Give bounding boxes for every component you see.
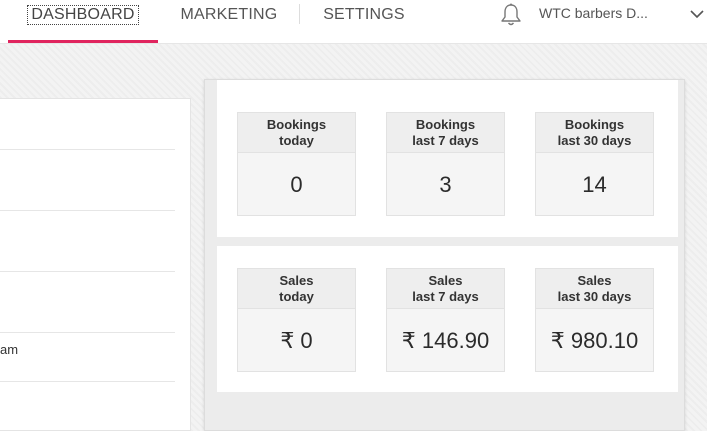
bell-icon[interactable] <box>498 2 524 28</box>
list-divider <box>0 332 175 333</box>
tab-dashboard-label: DASHBOARD <box>27 5 139 25</box>
card-title: Bookings today <box>266 116 327 148</box>
list-divider <box>0 271 175 272</box>
list-divider <box>0 381 175 382</box>
card-value: 0 <box>290 171 303 197</box>
card-title: Sales today <box>279 272 314 304</box>
bookings-today-card: Bookings today 0 <box>237 112 356 216</box>
bookings-30-days-card: Bookings last 30 days 14 <box>535 112 654 216</box>
tab-marketing[interactable]: MARKETING <box>170 0 288 43</box>
card-header: Bookings last 30 days <box>536 113 653 153</box>
list-divider <box>0 210 175 211</box>
card-header: Bookings last 7 days <box>387 113 504 153</box>
card-value: 14 <box>582 171 607 197</box>
card-header: Sales last 7 days <box>387 269 504 309</box>
bookings-7-days-card: Bookings last 7 days 3 <box>386 112 505 216</box>
card-value: ₹ 146.90 <box>401 327 490 353</box>
sales-section: Sales today ₹ 0 Sales last 7 days ₹ 146.… <box>217 246 678 392</box>
left-panel: am <box>0 98 191 431</box>
card-title: Sales last 30 days <box>557 272 632 304</box>
card-header: Sales last 30 days <box>536 269 653 309</box>
card-value: ₹ 0 <box>280 327 313 353</box>
card-title: Bookings last 30 days <box>557 116 632 148</box>
account-name[interactable]: WTC barbers D... <box>539 5 648 21</box>
nav-divider <box>299 4 300 24</box>
tab-settings-label: SETTINGS <box>323 6 405 23</box>
list-divider <box>0 149 175 150</box>
active-tab-indicator <box>8 40 158 43</box>
list-item-text: am <box>0 342 19 357</box>
card-title: Sales last 7 days <box>412 272 479 304</box>
card-value: ₹ 980.10 <box>550 327 639 353</box>
sales-today-card: Sales today ₹ 0 <box>237 268 356 372</box>
card-title: Bookings last 7 days <box>412 116 479 148</box>
card-header: Sales today <box>238 269 355 309</box>
card-header: Bookings today <box>238 113 355 153</box>
top-navigation: DASHBOARD MARKETING SETTINGS WTC barbers… <box>0 0 707 44</box>
tab-settings[interactable]: SETTINGS <box>312 0 416 43</box>
tab-dashboard[interactable]: DASHBOARD <box>8 0 158 43</box>
sales-7-days-card: Sales last 7 days ₹ 146.90 <box>386 268 505 372</box>
tab-marketing-label: MARKETING <box>180 6 278 23</box>
card-value: 3 <box>439 171 452 197</box>
bookings-section: Bookings today 0 Bookings last 7 days 3 … <box>217 80 678 237</box>
chevron-down-icon[interactable] <box>689 7 705 21</box>
sales-30-days-card: Sales last 30 days ₹ 980.10 <box>535 268 654 372</box>
stats-panel: Bookings today 0 Bookings last 7 days 3 … <box>204 79 685 431</box>
